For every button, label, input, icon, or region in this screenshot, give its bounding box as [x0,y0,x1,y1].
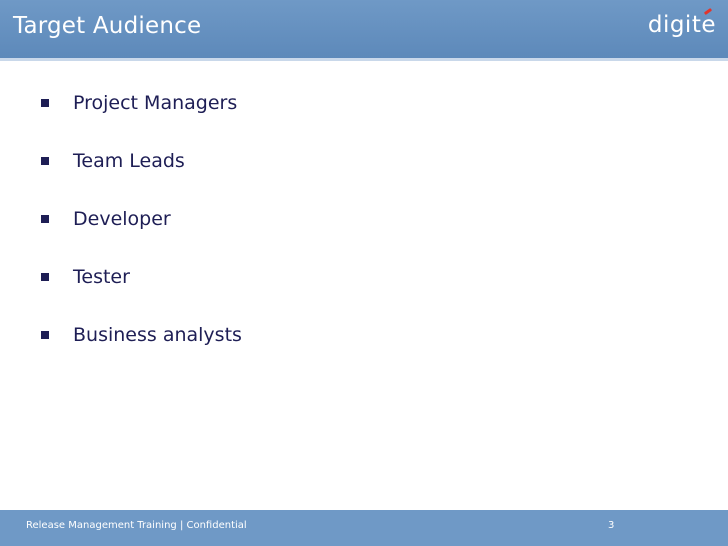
bullet-text: Tester [73,266,130,288]
square-bullet-icon [41,99,49,107]
digite-logo: digite [647,12,716,38]
footer-text: Release Management Training | Confidenti… [26,520,247,531]
bullet-text: Developer [73,208,171,230]
bullet-item: Project Managers [0,90,728,148]
bullet-item: Team Leads [0,148,728,206]
square-bullet-icon [41,215,49,223]
bullet-item: Tester [0,264,728,322]
bullet-text: Team Leads [73,150,185,172]
slide-header: Target Audience digite [0,0,728,61]
page-number: 3 [608,520,615,531]
slide-title: Target Audience [13,13,202,39]
square-bullet-icon [41,273,49,281]
bullet-item: Developer [0,206,728,264]
bullet-list: Project Managers Team Leads Developer Te… [0,90,728,380]
bullet-text: Project Managers [73,92,238,114]
slide-footer: Release Management Training | Confidenti… [0,510,728,546]
bullet-item: Business analysts [0,322,728,380]
square-bullet-icon [41,331,49,339]
square-bullet-icon [41,157,49,165]
bullet-text: Business analysts [73,324,242,346]
